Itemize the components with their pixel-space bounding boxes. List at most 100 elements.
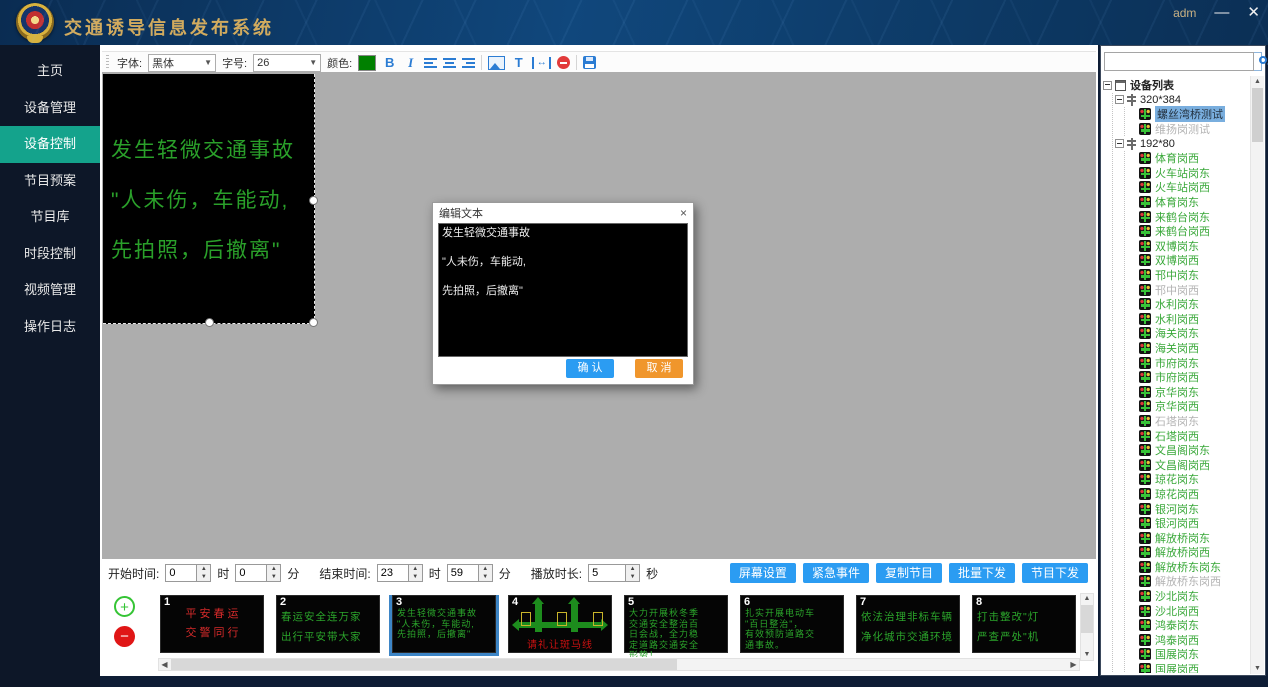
device-tree-item[interactable]: 文昌阁岗西 xyxy=(1127,457,1250,472)
device-tree-item[interactable]: 邗中岗东 xyxy=(1127,268,1250,283)
resize-handle-bottom[interactable] xyxy=(205,318,214,327)
device-tree-item[interactable]: 海关岗西 xyxy=(1127,341,1250,356)
sidebar-item[interactable]: 设备管理 xyxy=(0,90,100,127)
device-tree-item[interactable]: 火车站岗西 xyxy=(1127,180,1250,195)
sidebar-item[interactable]: 视频管理 xyxy=(0,272,100,309)
end-minute-stepper[interactable]: ▲▼ xyxy=(447,564,493,582)
font-size-select[interactable]: 26▼ xyxy=(253,54,321,72)
resize-handle-right[interactable] xyxy=(309,196,318,205)
italic-button[interactable]: I xyxy=(403,55,418,71)
device-tree-item[interactable]: 国展岗西 xyxy=(1127,662,1250,673)
device-tree-item[interactable]: 水利岗西 xyxy=(1127,312,1250,327)
spin-down-icon[interactable]: ▼ xyxy=(197,573,210,581)
spin-down-icon[interactable]: ▼ xyxy=(267,573,280,581)
playlist-item[interactable]: 5大力开展秋冬季交通安全整治百日会战，全力稳定道路交通安全形势！ xyxy=(624,595,728,653)
cancel-button[interactable]: 取 消 xyxy=(635,359,683,378)
end-hour-input[interactable] xyxy=(377,564,408,582)
align-left-icon[interactable] xyxy=(424,58,437,68)
add-program-button[interactable]: + xyxy=(114,596,135,617)
device-tree-item[interactable]: 京华岗东 xyxy=(1127,384,1250,399)
align-center-icon[interactable] xyxy=(443,58,456,68)
playlist-item[interactable]: 1平安春运交警同行 xyxy=(160,595,264,653)
collapse-icon[interactable] xyxy=(1115,139,1124,148)
playlist-item[interactable]: 8打击整改"灯严查严处"机 xyxy=(972,595,1076,653)
scrollbar-thumb[interactable] xyxy=(1081,605,1093,633)
playlist-item[interactable]: 6扎实开展电动车"百日整治"，有效预防道路交通事故。 xyxy=(740,595,844,653)
device-tree-item[interactable]: 火车站岗东 xyxy=(1127,166,1250,181)
spin-down-icon[interactable]: ▼ xyxy=(479,573,492,581)
font-select[interactable]: 黑体▼ xyxy=(148,54,216,72)
device-tree-item[interactable]: 螺丝湾桥测试 xyxy=(1127,107,1250,122)
device-tree-item[interactable]: 海关岗东 xyxy=(1127,326,1250,341)
toolbar-grip[interactable] xyxy=(106,55,109,70)
spin-down-icon[interactable]: ▼ xyxy=(626,573,639,581)
device-tree-item[interactable]: 银河岗东 xyxy=(1127,501,1250,516)
bold-button[interactable]: B xyxy=(382,55,397,70)
confirm-button[interactable]: 确 认 xyxy=(566,359,614,378)
insert-text-icon[interactable]: T xyxy=(511,55,526,70)
led-display-preview[interactable]: 发生轻微交通事故"人未伤，车能动,先拍照，后撤离" xyxy=(103,74,315,324)
scrollbar-thumb[interactable] xyxy=(1252,88,1263,142)
close-button[interactable]: ✕ xyxy=(1247,4,1260,22)
device-search-input[interactable] xyxy=(1104,52,1254,71)
device-tree-item[interactable]: 沙北岗东 xyxy=(1127,589,1250,604)
scroll-down-icon[interactable]: ▼ xyxy=(1081,650,1093,660)
collapse-icon[interactable] xyxy=(1103,81,1112,90)
strip-vertical-scrollbar[interactable]: ▲ ▼ xyxy=(1080,593,1094,661)
device-tree-item[interactable]: 双博岗西 xyxy=(1127,253,1250,268)
align-right-icon[interactable] xyxy=(462,58,475,68)
start-hour-input[interactable] xyxy=(165,564,196,582)
scroll-right-icon[interactable]: ▶ xyxy=(1068,659,1079,670)
spin-up-icon[interactable]: ▲ xyxy=(267,565,280,573)
action-button[interactable]: 批量下发 xyxy=(949,563,1015,583)
device-tree-item[interactable]: 琼花岗东 xyxy=(1127,472,1250,487)
spin-up-icon[interactable]: ▲ xyxy=(479,565,492,573)
device-tree-item[interactable]: 石塔岗东 xyxy=(1127,414,1250,429)
action-button[interactable]: 屏幕设置 xyxy=(730,563,796,583)
start-minute-input[interactable] xyxy=(235,564,266,582)
device-tree-item[interactable]: 国展岗东 xyxy=(1127,647,1250,662)
device-tree-item[interactable]: 水利岗东 xyxy=(1127,297,1250,312)
sidebar-item[interactable]: 主页 xyxy=(0,53,100,90)
tree-root[interactable]: 设备列表 xyxy=(1103,78,1250,93)
device-tree-item[interactable]: 鸿泰岗东 xyxy=(1127,618,1250,633)
start-hour-stepper[interactable]: ▲▼ xyxy=(165,564,211,582)
tree-group[interactable]: 192*80 xyxy=(1115,136,1250,151)
sidebar-item[interactable]: 时段控制 xyxy=(0,236,100,273)
fit-width-icon[interactable]: ↔ xyxy=(532,57,551,69)
device-tree-item[interactable]: 解放桥岗西 xyxy=(1127,545,1250,560)
device-tree-item[interactable]: 琼花岗西 xyxy=(1127,487,1250,502)
device-tree-item[interactable]: 来鹤台岗西 xyxy=(1127,224,1250,239)
device-tree-item[interactable]: 体育岗东 xyxy=(1127,195,1250,210)
horizontal-scrollbar[interactable]: ◀ ▶ xyxy=(158,658,1080,671)
sidebar-item[interactable]: 节目预案 xyxy=(0,163,100,200)
device-tree-item[interactable]: 体育岗西 xyxy=(1127,151,1250,166)
spin-up-icon[interactable]: ▲ xyxy=(409,565,422,573)
end-minute-input[interactable] xyxy=(447,564,478,582)
sidebar-item[interactable]: 设备控制 xyxy=(0,126,100,163)
device-tree-item[interactable]: 鸿泰岗西 xyxy=(1127,633,1250,648)
scroll-up-icon[interactable]: ▲ xyxy=(1081,594,1093,604)
remove-program-button[interactable]: − xyxy=(114,626,135,647)
device-tree-item[interactable]: 银河岗西 xyxy=(1127,516,1250,531)
device-tree-item[interactable]: 解放桥东岗西 xyxy=(1127,574,1250,589)
scroll-left-icon[interactable]: ◀ xyxy=(159,659,170,670)
device-tree-item[interactable]: 京华岗西 xyxy=(1127,399,1250,414)
device-tree-item[interactable]: 市府岗西 xyxy=(1127,370,1250,385)
playlist-item[interactable]: 2春运安全连万家出行平安带大家 xyxy=(276,595,380,653)
resize-handle-corner[interactable] xyxy=(309,318,318,327)
action-button[interactable]: 节目下发 xyxy=(1022,563,1088,583)
action-button[interactable]: 紧急事件 xyxy=(803,563,869,583)
stop-icon[interactable] xyxy=(557,56,570,69)
duration-stepper[interactable]: ▲▼ xyxy=(588,564,640,582)
device-tree-item[interactable]: 维扬岗测试 xyxy=(1127,122,1250,137)
device-tree-item[interactable]: 市府岗东 xyxy=(1127,355,1250,370)
start-minute-stepper[interactable]: ▲▼ xyxy=(235,564,281,582)
search-button[interactable] xyxy=(1254,52,1262,71)
end-hour-stepper[interactable]: ▲▼ xyxy=(377,564,423,582)
tree-group[interactable]: 320*384 xyxy=(1115,93,1250,108)
device-tree-item[interactable]: 解放桥岗东 xyxy=(1127,530,1250,545)
spin-up-icon[interactable]: ▲ xyxy=(626,565,639,573)
playlist-item[interactable]: 7依法治理非标车辆净化城市交通环境 xyxy=(856,595,960,653)
color-swatch[interactable] xyxy=(358,55,376,71)
